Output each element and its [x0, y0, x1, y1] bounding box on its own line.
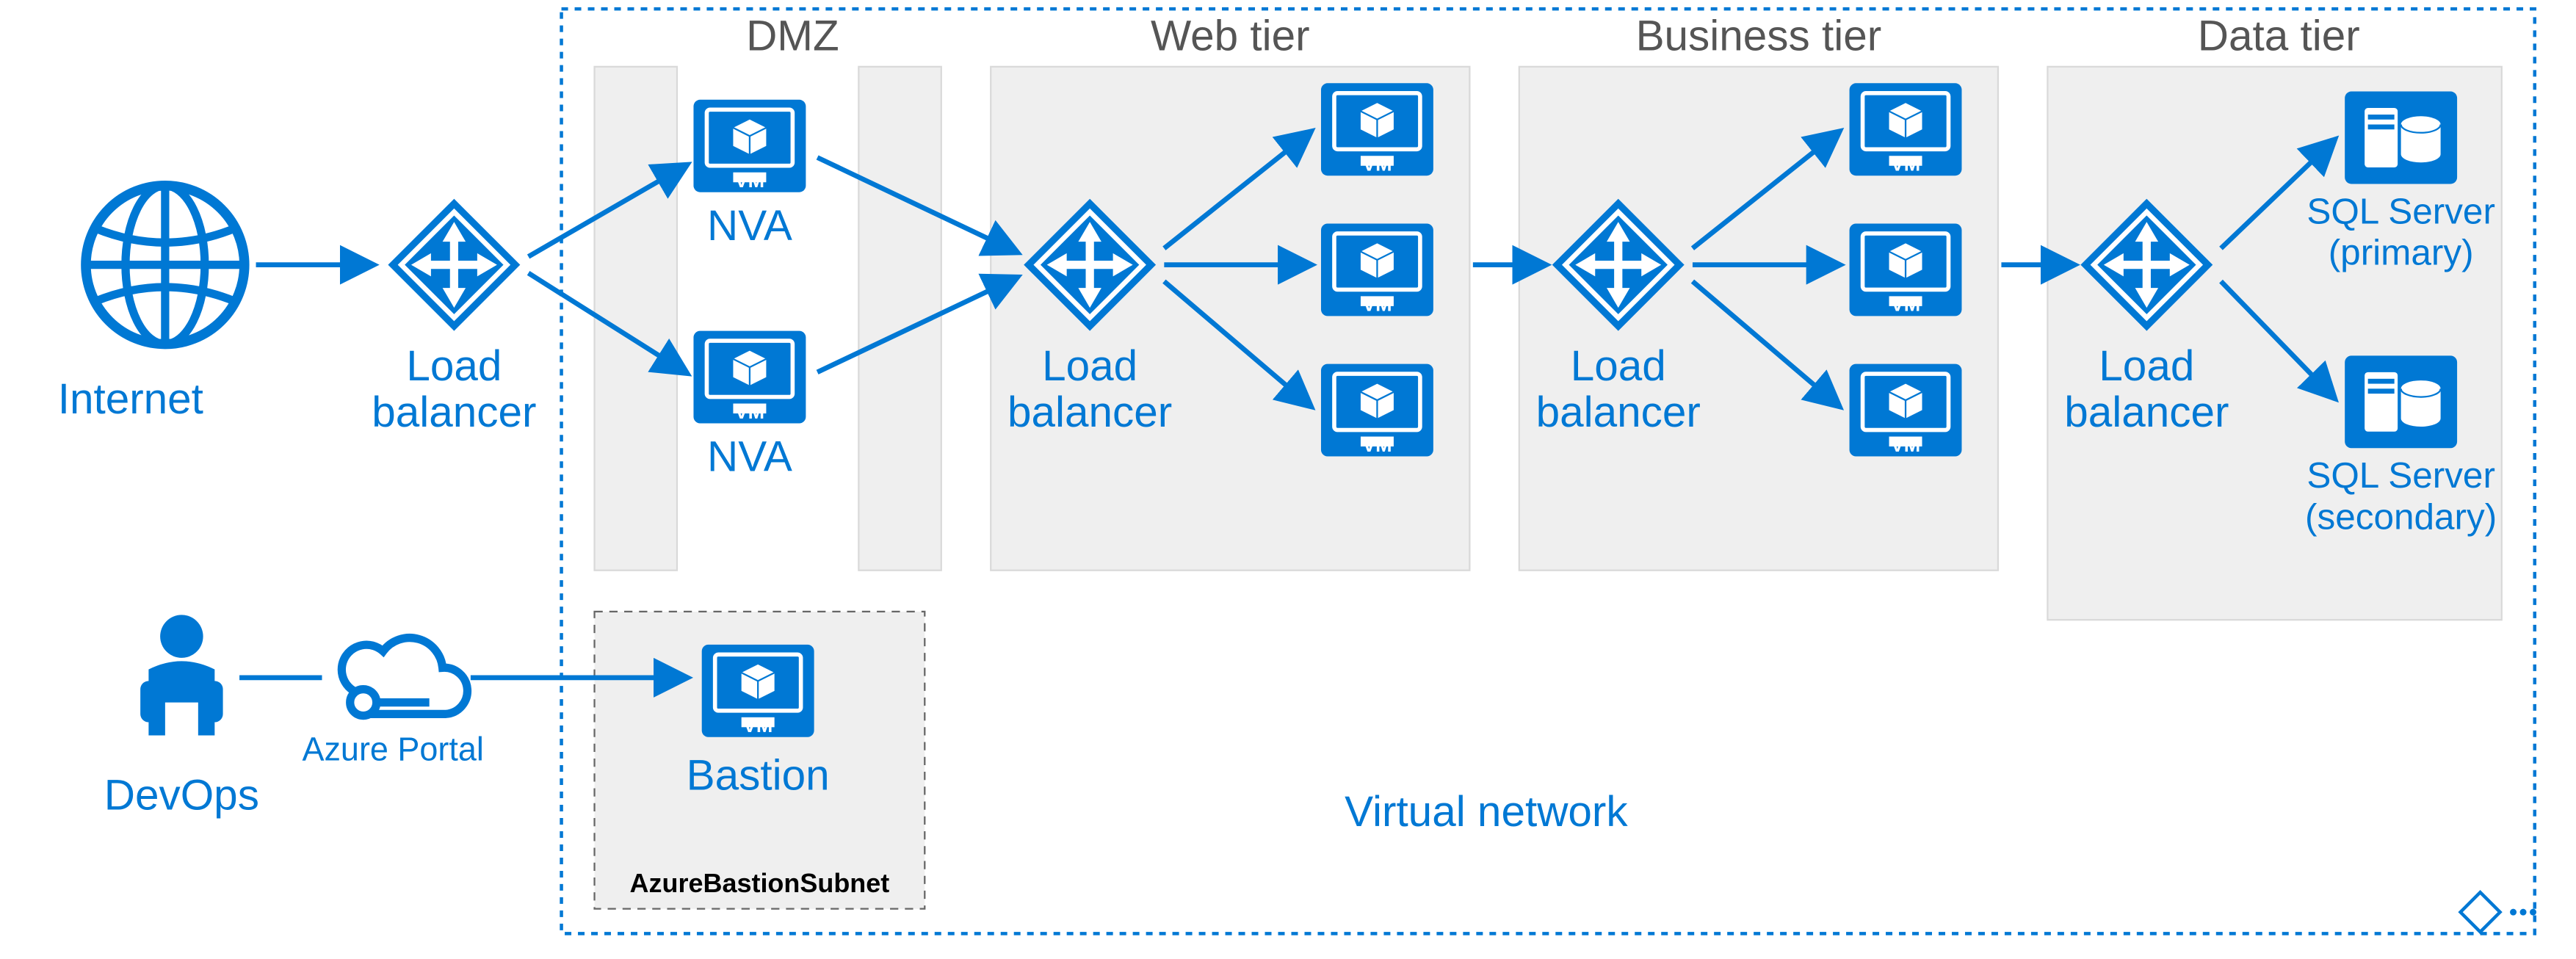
sql-primary-label-2: (primary) — [2329, 233, 2474, 273]
web-tier-title: Web tier — [1151, 12, 1310, 59]
business-tier-title: Business tier — [1636, 12, 1882, 59]
bastion-label: Bastion — [687, 752, 830, 800]
devops-person-icon — [140, 615, 222, 735]
load-balancer-public-icon — [388, 199, 520, 331]
sql-secondary-icon — [2345, 355, 2457, 448]
architecture-diagram: VM Virtual network DMZ Web tier Business… — [0, 0, 2576, 959]
nva-2-label: NVA — [707, 433, 792, 481]
biz-vm-2-icon — [1850, 223, 1962, 316]
web-vm-2-icon — [1321, 223, 1433, 316]
web-vm-1-icon — [1321, 83, 1433, 175]
biz-vm-1-icon — [1850, 83, 1962, 175]
nva-vm-2-icon — [693, 331, 806, 424]
azure-portal-label: Azure Portal — [302, 730, 483, 767]
dmz-panel-1 — [595, 67, 677, 571]
web-vm-3-icon — [1321, 364, 1433, 457]
lb-data-label-1: Load — [2099, 342, 2194, 390]
sql-primary-label-1: SQL Server — [2307, 191, 2495, 231]
lb-biz-label-2: balancer — [1536, 388, 1701, 436]
peering-icon — [2461, 892, 2536, 932]
dmz-title: DMZ — [746, 12, 839, 59]
lb-web-label-1: Load — [1042, 342, 1137, 390]
data-tier-title: Data tier — [2198, 12, 2360, 59]
sql-secondary-label-2: (secondary) — [2305, 496, 2497, 537]
nva-1-label: NVA — [707, 202, 792, 250]
bastion-subnet-label: AzureBastionSubnet — [630, 868, 890, 898]
internet-label: Internet — [58, 375, 203, 423]
bastion-vm-icon — [702, 645, 814, 737]
lb-web-label-2: balancer — [1007, 388, 1172, 436]
sql-primary-icon — [2345, 92, 2457, 184]
vnet-label: Virtual network — [1345, 788, 1628, 836]
devops-label: DevOps — [104, 772, 259, 819]
lb-biz-label-1: Load — [1571, 342, 1666, 390]
lb-public-label-2: balancer — [372, 388, 536, 436]
sql-secondary-label-1: SQL Server — [2307, 455, 2495, 496]
azure-portal-icon — [341, 638, 467, 716]
lb-public-label-1: Load — [406, 342, 502, 390]
biz-vm-3-icon — [1850, 364, 1962, 457]
internet-icon — [86, 186, 245, 344]
lb-data-label-2: balancer — [2064, 388, 2229, 436]
nva-vm-1-icon — [693, 100, 806, 192]
